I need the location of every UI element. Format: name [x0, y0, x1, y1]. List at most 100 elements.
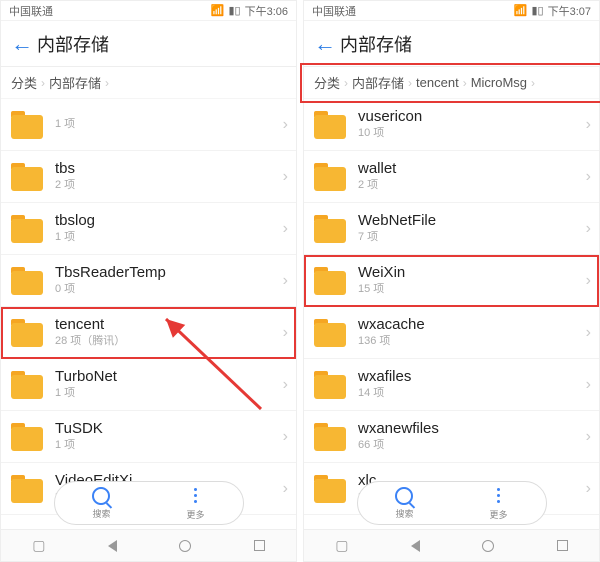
- folder-icon: [314, 215, 346, 243]
- folder-text: vusericon10 项: [358, 108, 586, 140]
- nav-home-icon[interactable]: [482, 540, 494, 552]
- folder-icon: [11, 319, 43, 347]
- chevron-right-icon: ›: [586, 116, 591, 134]
- more-icon: [194, 486, 197, 506]
- folder-name: wallet: [358, 160, 586, 178]
- folder-row[interactable]: WebNetFile7 项›: [304, 203, 599, 255]
- folder-sub: 1 项: [55, 438, 283, 452]
- chevron-right-icon: ›: [586, 428, 591, 446]
- chevron-right-icon: ›: [344, 76, 348, 90]
- page-title: 内部存储: [340, 31, 412, 57]
- folder-name: TuSDK: [55, 420, 283, 438]
- page-title: 内部存储: [37, 31, 109, 57]
- search-label: 搜索: [92, 507, 110, 520]
- screen-left: 中国联通 📶 ▮▯ 下午3:06 ← 内部存储 分类 › 内部存储 › 1 项›…: [0, 0, 297, 562]
- nav-back-icon[interactable]: [411, 540, 420, 552]
- folder-icon: [314, 371, 346, 399]
- folder-row[interactable]: vusericon10 项›: [304, 99, 599, 151]
- folder-row[interactable]: tbs2 项›: [1, 151, 296, 203]
- crumb[interactable]: 内部存储: [49, 73, 101, 92]
- search-button[interactable]: 搜索: [92, 487, 110, 520]
- folder-row[interactable]: wxanewfiles66 项›: [304, 411, 599, 463]
- back-icon[interactable]: ←: [11, 31, 37, 57]
- crumb[interactable]: 分类: [314, 73, 340, 92]
- chevron-right-icon: ›: [463, 76, 467, 90]
- folder-row[interactable]: TbsReaderTemp0 项›: [1, 255, 296, 307]
- battery-icon: ▮▯: [531, 4, 543, 17]
- breadcrumb[interactable]: 分类 › 内部存储 ›: [1, 67, 296, 99]
- more-label: 更多: [186, 508, 204, 521]
- folder-row[interactable]: tbslog1 项›: [1, 203, 296, 255]
- folder-sub: 10 项: [358, 126, 586, 140]
- screen-right: 中国联通 📶 ▮▯ 下午3:07 ← 内部存储 分类 › 内部存储 › tenc…: [303, 0, 600, 562]
- folder-name: WebNetFile: [358, 212, 586, 230]
- nav-recent-icon[interactable]: [557, 540, 568, 551]
- folder-name: wxacache: [358, 316, 586, 334]
- more-button[interactable]: 更多: [186, 486, 204, 521]
- folder-icon: [11, 423, 43, 451]
- chevron-right-icon: ›: [586, 220, 591, 238]
- folder-sub: 1 项: [55, 386, 283, 400]
- folder-row[interactable]: wallet2 项›: [304, 151, 599, 203]
- nav-menu-icon[interactable]: ▢: [335, 537, 348, 554]
- more-button[interactable]: 更多: [489, 486, 507, 521]
- chevron-right-icon: ›: [283, 480, 288, 498]
- folder-row[interactable]: WeiXin15 项›: [304, 255, 599, 307]
- folder-sub: 1 项: [55, 117, 283, 131]
- crumb[interactable]: 分类: [11, 73, 37, 92]
- more-icon: [497, 486, 500, 506]
- folder-name: tbslog: [55, 212, 283, 230]
- breadcrumb[interactable]: 分类 › 内部存储 › tencent › MicroMsg ›: [304, 67, 599, 99]
- folder-row[interactable]: 1 项›: [1, 99, 296, 151]
- chevron-right-icon: ›: [586, 324, 591, 342]
- chevron-right-icon: ›: [283, 376, 288, 394]
- folder-text: wallet2 项: [358, 160, 586, 192]
- folder-icon: [11, 475, 43, 503]
- folder-icon: [11, 111, 43, 139]
- folder-name: WeiXin: [358, 264, 586, 282]
- nav-menu-icon[interactable]: ▢: [32, 537, 45, 554]
- more-label: 更多: [489, 508, 507, 521]
- folder-icon: [314, 267, 346, 295]
- folder-name: wxafiles: [358, 368, 586, 386]
- folder-text: TuSDK1 项: [55, 420, 283, 452]
- folder-row[interactable]: wxafiles14 项›: [304, 359, 599, 411]
- folder-icon: [314, 111, 346, 139]
- folder-sub: 7 项: [358, 230, 586, 244]
- nav-home-icon[interactable]: [179, 540, 191, 552]
- folder-row[interactable]: TuSDK1 项›: [1, 411, 296, 463]
- folder-row[interactable]: wxacache136 项›: [304, 307, 599, 359]
- folder-icon: [314, 475, 346, 503]
- folder-name: TbsReaderTemp: [55, 264, 283, 282]
- signal-icon: 📶: [211, 4, 225, 17]
- search-label: 搜索: [395, 507, 413, 520]
- folder-icon: [314, 423, 346, 451]
- chevron-right-icon: ›: [586, 376, 591, 394]
- folder-text: 1 项: [55, 117, 283, 131]
- folder-sub: 66 项: [358, 438, 586, 452]
- folder-text: tbs2 项: [55, 160, 283, 192]
- crumb[interactable]: tencent: [416, 75, 459, 90]
- toolbar: 搜索 更多: [54, 481, 244, 525]
- back-icon[interactable]: ←: [314, 31, 340, 57]
- chevron-right-icon: ›: [283, 168, 288, 186]
- folder-row[interactable]: TurboNet1 项›: [1, 359, 296, 411]
- status-bar: 中国联通 📶 ▮▯ 下午3:07: [304, 1, 599, 21]
- nav-back-icon[interactable]: [108, 540, 117, 552]
- chevron-right-icon: ›: [586, 168, 591, 186]
- folder-icon: [11, 267, 43, 295]
- clock: 下午3:06: [245, 3, 288, 19]
- folder-text: TurboNet1 项: [55, 368, 283, 400]
- folder-row[interactable]: tencent28 项（腾讯）›: [1, 307, 296, 359]
- folder-sub: 14 项: [358, 386, 586, 400]
- chevron-right-icon: ›: [41, 76, 45, 90]
- crumb[interactable]: MicroMsg: [471, 75, 527, 90]
- android-nav: ▢: [304, 529, 599, 561]
- search-icon: [395, 487, 413, 505]
- folder-sub: 2 项: [55, 178, 283, 192]
- folder-sub: 0 项: [55, 282, 283, 296]
- search-button[interactable]: 搜索: [395, 487, 413, 520]
- nav-recent-icon[interactable]: [254, 540, 265, 551]
- crumb[interactable]: 内部存储: [352, 73, 404, 92]
- folder-icon: [11, 215, 43, 243]
